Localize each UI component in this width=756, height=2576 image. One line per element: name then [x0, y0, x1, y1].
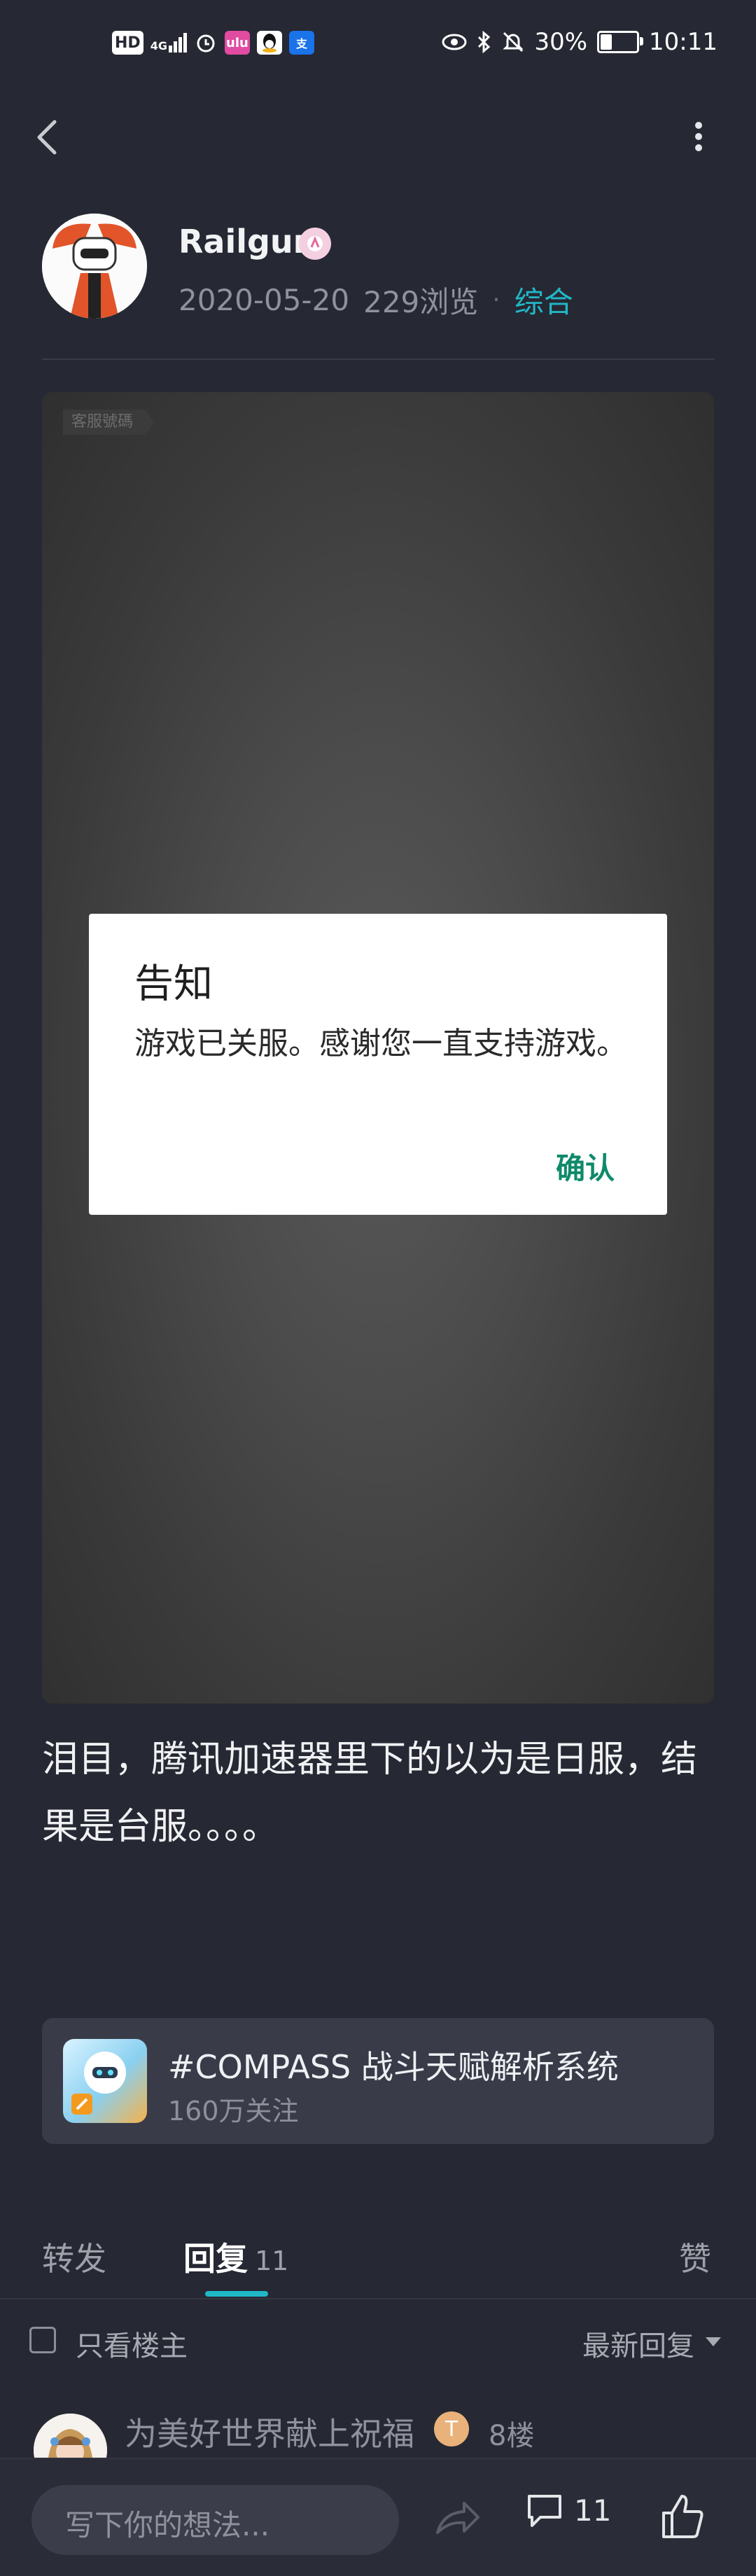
only-op-checkbox[interactable] [29, 2327, 56, 2353]
chevron-left-icon [37, 120, 57, 155]
commenter-badge: T [434, 2411, 469, 2446]
comment-bubble-icon [528, 2495, 561, 2527]
tab-replies-count: 11 [255, 2246, 289, 2276]
eye-icon [442, 34, 467, 50]
topic-card[interactable]: #COMPASS 战斗天赋解析系统 160万关注 [42, 2018, 714, 2144]
post-meta: 2020-05-20 229浏览 · 综合 [178, 279, 573, 321]
author-avatar[interactable] [42, 214, 147, 319]
share-button[interactable] [430, 2492, 483, 2544]
mute-bell-icon [503, 32, 524, 53]
alarm-icon [194, 31, 218, 55]
post-image[interactable]: 客服號碼 告知 游戏已关服。感谢您一直支持游戏。 确认 [42, 392, 714, 1704]
qq-icon [256, 31, 282, 55]
tab-repost[interactable]: 转发 [42, 2234, 106, 2280]
signal-icon: 4G [150, 33, 187, 53]
status-left-icons: HD 4G ulu 支 [112, 31, 314, 55]
active-tab-indicator [205, 2291, 268, 2297]
post-text: 泪目，腾讯加速器里下的以为是日服，结果是台服。。。。 [42, 1739, 698, 1848]
topic-icon [63, 2039, 147, 2123]
comment-button[interactable]: 11 [525, 2491, 611, 2530]
image-tag: 客服號碼 [63, 410, 155, 435]
alipay-icon: 支 [288, 31, 314, 55]
tab-repost-label: 转发 [42, 2240, 106, 2278]
battery-icon [597, 31, 644, 53]
only-op-label[interactable]: 只看楼主 [76, 2323, 188, 2364]
dialog-title: 告知 [134, 961, 213, 1007]
divider [42, 358, 714, 360]
thumbs-up-icon [662, 2495, 704, 2538]
tab-likes-label: 赞 [679, 2240, 711, 2278]
view-count: 229浏览 [363, 285, 479, 319]
back-button[interactable] [28, 112, 70, 161]
tab-replies[interactable]: 回复 11 [183, 2234, 288, 2280]
sort-dropdown[interactable]: 最新回复 [582, 2323, 694, 2364]
comment-floor: 8楼 [489, 2420, 535, 2452]
network-type: 4G [150, 39, 167, 53]
divider [0, 2298, 756, 2299]
author-name[interactable]: Railgun [178, 223, 316, 260]
post-date: 2020-05-20 [178, 283, 350, 317]
commenter-name[interactable]: 为美好世界献上祝福 [125, 2409, 414, 2455]
topic-followers: 160万关注 [168, 2096, 299, 2126]
meta-separator: · [492, 286, 500, 314]
dialog-body: 游戏已关服。感谢您一直支持游戏。 [134, 1026, 627, 1061]
caret-down-icon[interactable] [706, 2337, 721, 2346]
more-vertical-icon [695, 122, 702, 151]
comment-input-placeholder: 写下你的想法... [65, 2508, 270, 2542]
clock: 10:11 [649, 28, 718, 56]
author-badge-icon [299, 228, 331, 260]
like-button[interactable] [658, 2491, 707, 2543]
battery-percent: 30% [534, 28, 588, 56]
bottom-action-bar: 写下你的想法... 11 [0, 2458, 756, 2576]
topic-title: #COMPASS 战斗天赋解析系统 [168, 2048, 619, 2086]
status-right-icons: 30% 10:11 [442, 28, 718, 56]
comment-count: 11 [574, 2493, 612, 2528]
app-notify-icon: ulu [224, 31, 250, 55]
hd-indicator: HD [112, 31, 144, 55]
notice-dialog: 告知 游戏已关服。感谢您一直支持游戏。 确认 [89, 914, 667, 1215]
category-link[interactable]: 综合 [514, 279, 573, 321]
comment-input[interactable]: 写下你的想法... [31, 2485, 399, 2555]
tab-likes[interactable]: 赞 [679, 2234, 711, 2280]
bluetooth-icon [478, 31, 491, 53]
tab-replies-label: 回复 [183, 2240, 248, 2278]
status-bar: HD 4G ulu 支 30% 10:11 [0, 0, 756, 98]
share-icon [436, 2502, 479, 2534]
dialog-confirm-button: 确认 [555, 1151, 615, 1185]
more-options-button[interactable] [685, 116, 713, 158]
